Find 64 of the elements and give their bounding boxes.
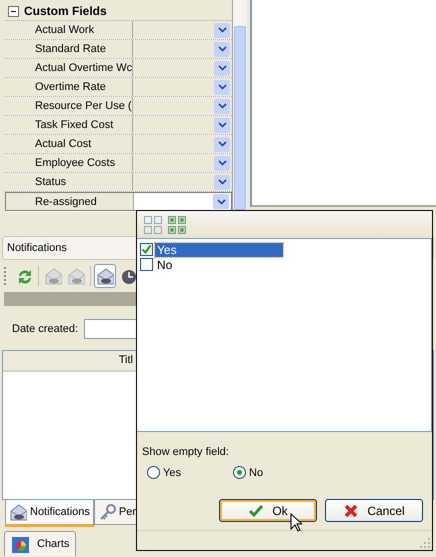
dropdown-button[interactable]	[214, 156, 230, 170]
field-label: Date created:	[12, 323, 78, 335]
chevron-down-icon	[218, 27, 226, 33]
key-icon	[98, 503, 116, 521]
select-all-icon[interactable]	[167, 214, 187, 234]
cursor-icon	[290, 513, 302, 532]
chevron-down-icon	[218, 141, 226, 147]
scroll-thumb[interactable]	[234, 26, 246, 210]
property-name[interactable]: Task Fixed Cost	[5, 116, 133, 134]
chart-icon	[11, 535, 29, 553]
panel-tab[interactable]: Notifications	[5, 500, 94, 527]
chevron-down-icon	[218, 46, 226, 52]
chevron-down-icon	[216, 198, 226, 204]
check-icon	[248, 502, 264, 518]
option-label[interactable]: Yes	[155, 242, 283, 256]
dropdown-button[interactable]	[214, 98, 230, 114]
radio-label[interactable]: Yes	[163, 466, 181, 478]
bottom-tab[interactable]: Charts	[4, 531, 76, 556]
property-name[interactable]: Standard Rate	[5, 40, 133, 58]
property-name[interactable]: Employee Costs	[5, 154, 133, 172]
dropdown-button[interactable]	[213, 194, 229, 209]
collapse-toggle[interactable]	[8, 6, 19, 16]
column-header[interactable]: Titl	[118, 351, 133, 370]
cancel-button[interactable]: Cancel	[325, 499, 423, 522]
property-name[interactable]: Re-assigned	[6, 193, 134, 210]
ok-button[interactable]: Ok	[219, 499, 317, 522]
chevron-down-icon	[218, 160, 226, 166]
property-name[interactable]: Actual Work	[5, 21, 133, 39]
radio-button[interactable]	[233, 466, 246, 479]
dropdown-button[interactable]	[214, 118, 230, 132]
scrollbar[interactable]	[233, 0, 247, 212]
section-label: Show empty field:	[142, 446, 230, 458]
close-icon	[343, 502, 360, 518]
chevron-down-icon	[218, 65, 226, 71]
envelope-icon	[96, 267, 114, 285]
property-name[interactable]: Actual Cost	[5, 135, 133, 153]
property-name[interactable]: Status	[5, 173, 133, 191]
envelope-icon	[44, 267, 62, 285]
dropdown-button[interactable]	[214, 22, 230, 38]
property-name[interactable]: Overtime Rate	[5, 78, 133, 96]
chevron-down-icon	[218, 179, 226, 185]
dropdown-button[interactable]	[214, 174, 230, 190]
envelope-icon	[67, 267, 85, 285]
deselect-all-icon[interactable]	[143, 214, 163, 234]
checkbox[interactable]	[140, 243, 153, 256]
radio-label[interactable]: No	[249, 466, 264, 478]
option-label[interactable]: No	[155, 258, 283, 272]
property-name[interactable]: Actual Overtime Wc	[5, 59, 133, 77]
dropdown-button[interactable]	[214, 60, 230, 76]
chevron-down-icon	[218, 122, 226, 128]
toolbar-grip	[4, 267, 8, 285]
panel-title: Notifications	[7, 242, 67, 254]
dropdown-button[interactable]	[214, 136, 230, 152]
resize-grip-icon[interactable]	[420, 538, 430, 548]
category-label: Custom Fields	[24, 4, 107, 18]
radio-button[interactable]	[147, 466, 160, 479]
dropdown-button[interactable]	[214, 80, 230, 94]
property-name[interactable]: Resource Per Use (	[5, 97, 133, 115]
toolbar-button[interactable]	[94, 264, 116, 288]
envelope-icon	[9, 503, 27, 521]
checkbox[interactable]	[140, 258, 153, 271]
chevron-down-icon	[218, 103, 226, 109]
chevron-down-icon	[218, 84, 226, 90]
dropdown-button[interactable]	[214, 42, 230, 56]
